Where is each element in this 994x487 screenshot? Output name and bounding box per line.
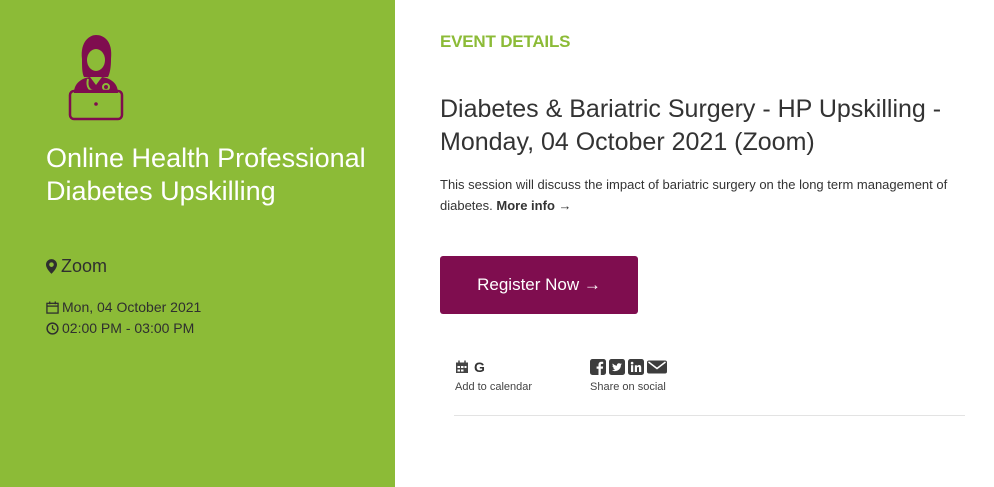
event-title: Diabetes & Bariatric Surgery - HP Upskil… <box>440 95 942 156</box>
facebook-icon[interactable] <box>590 359 606 375</box>
section-divider <box>454 415 965 416</box>
share-social-block: Share on social <box>590 358 667 393</box>
add-to-calendar-block: G Add to calendar <box>455 358 532 393</box>
calendar-icon[interactable] <box>455 360 469 374</box>
event-details-heading: EVENT DETAILS <box>440 32 571 51</box>
map-marker-icon <box>46 259 57 274</box>
event-description: This session will discuss the impact of … <box>440 174 985 216</box>
google-calendar-link[interactable]: G <box>474 359 485 375</box>
email-icon[interactable] <box>647 359 667 375</box>
event-location: Zoom <box>46 256 107 277</box>
location-text: Zoom <box>61 256 108 276</box>
twitter-icon[interactable] <box>609 359 625 375</box>
add-to-calendar-label: Add to calendar <box>455 381 533 393</box>
clock-icon <box>46 321 59 335</box>
share-on-social-label: Share on social <box>590 381 666 393</box>
register-now-button[interactable]: Register Now → <box>440 256 638 314</box>
calendar-icon <box>46 300 59 314</box>
linkedin-icon[interactable] <box>628 359 644 375</box>
event-summary-panel: Online Health Professional Diabetes Upsk… <box>0 0 395 487</box>
event-name: Online Health Professional Diabetes Upsk… <box>46 143 366 206</box>
more-info-link[interactable]: More info → <box>496 198 571 213</box>
date-text: Mon, 04 October 2021 <box>62 299 202 315</box>
doctor-laptop-icon <box>68 35 124 121</box>
event-date: Mon, 04 October 2021 <box>46 299 201 315</box>
event-time: 02:00 PM - 03:00 PM <box>46 320 194 336</box>
time-text: 02:00 PM - 03:00 PM <box>62 320 195 336</box>
